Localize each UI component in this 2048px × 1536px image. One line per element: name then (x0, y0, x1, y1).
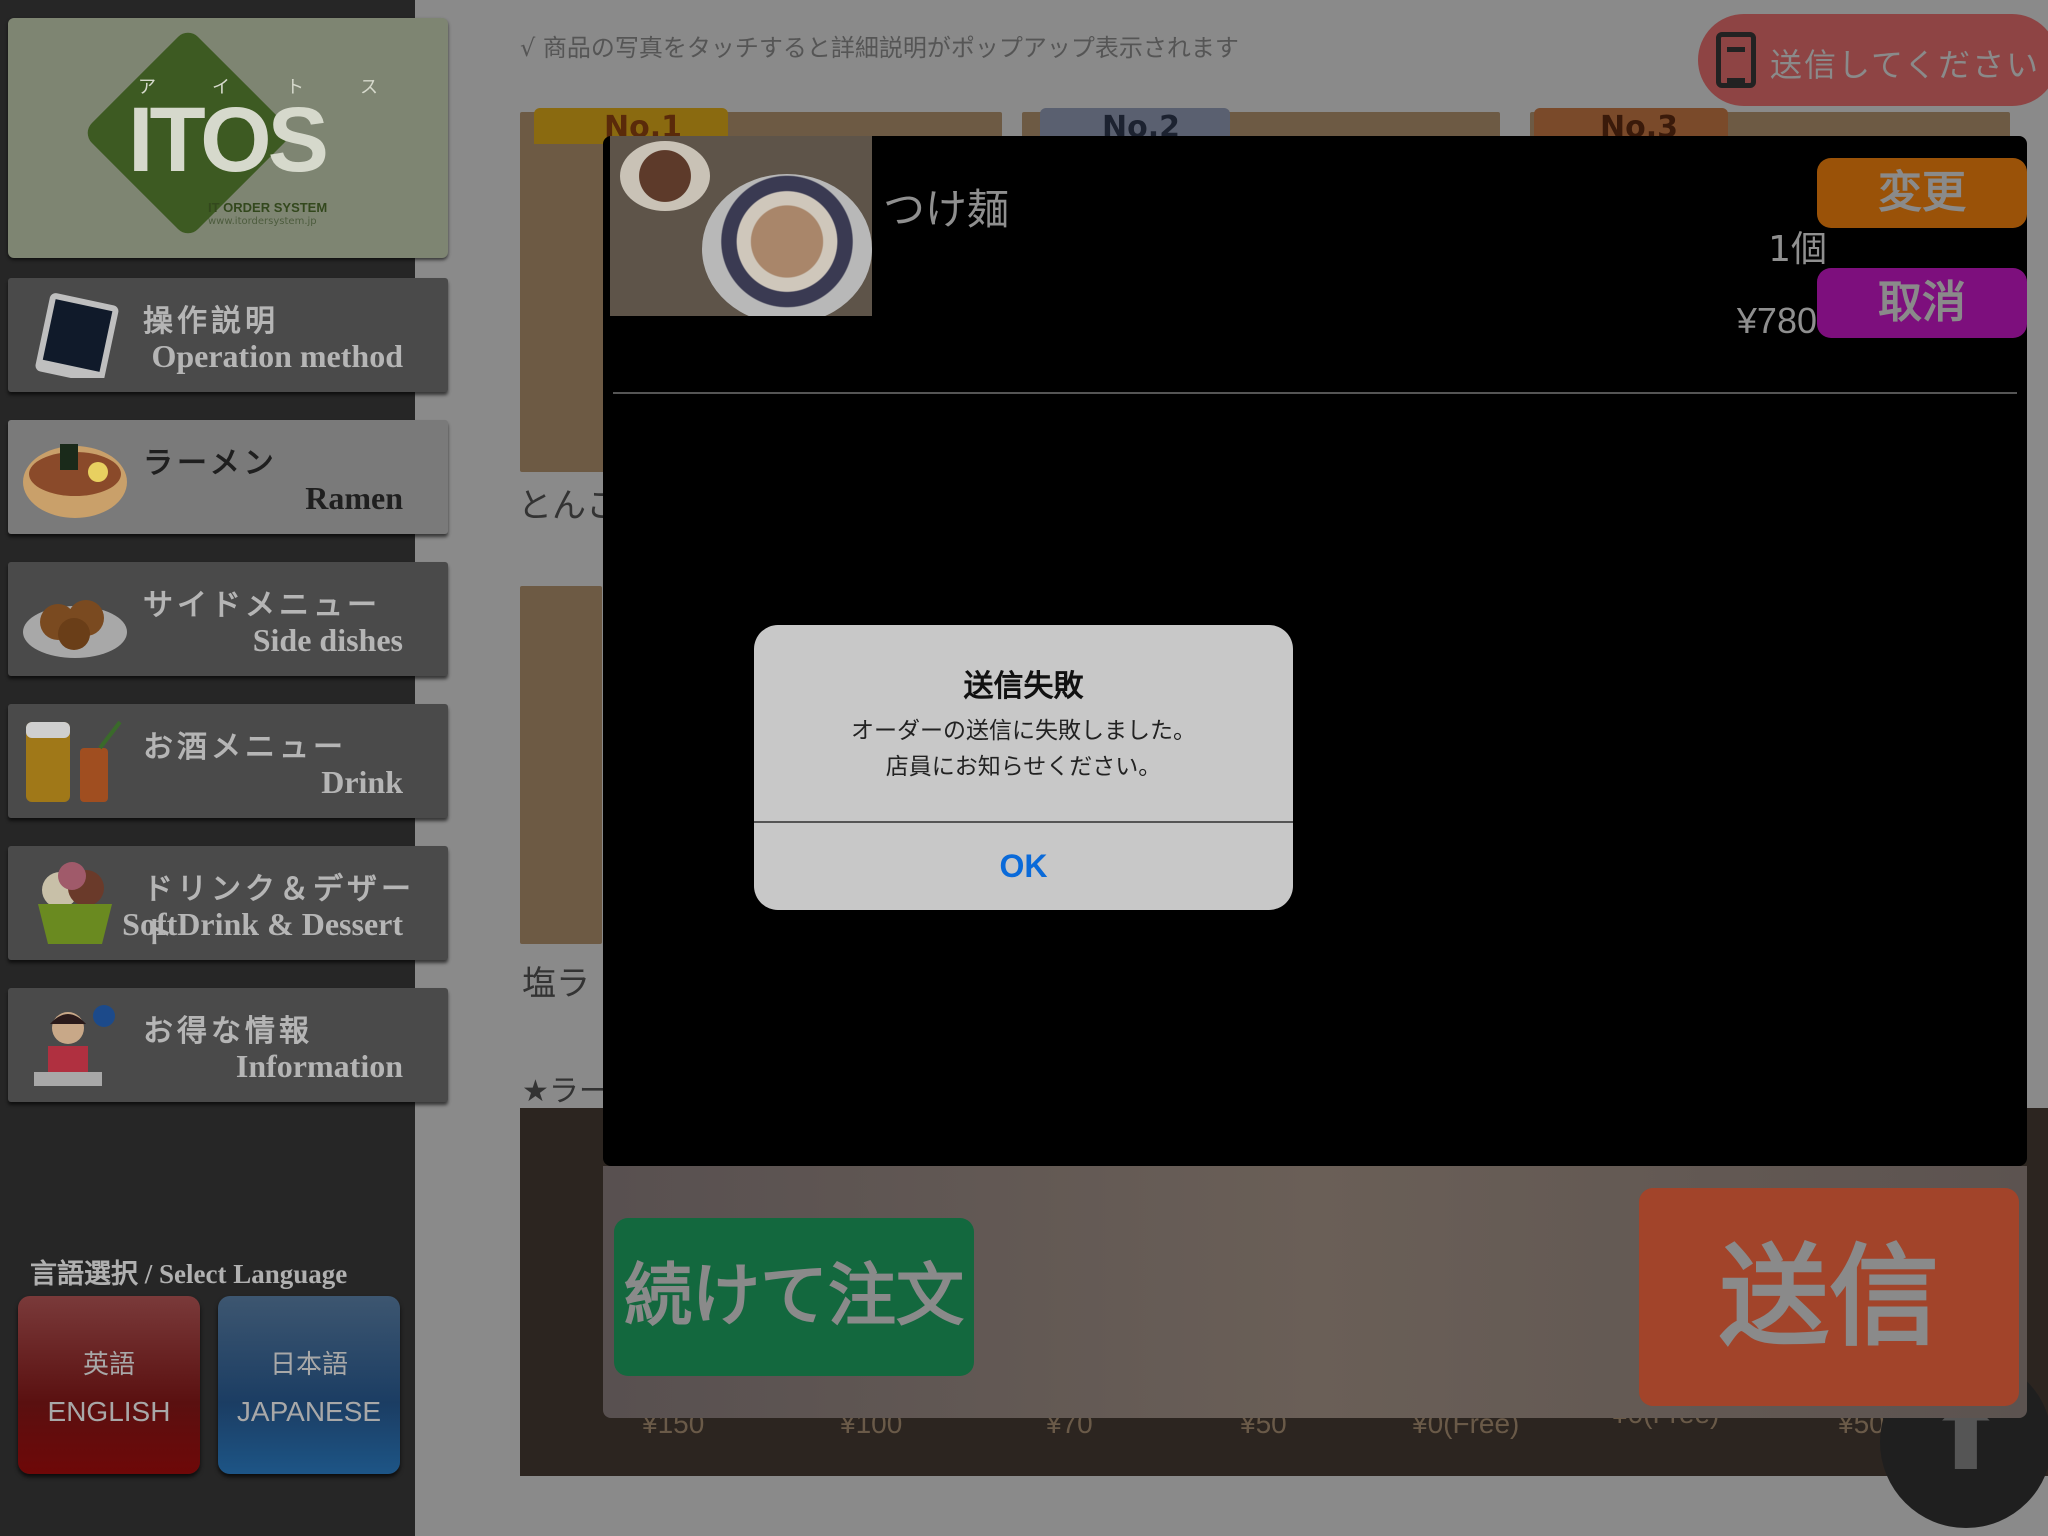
order-item-price: ¥780 (1736, 300, 1817, 341)
sidebar-item-drink[interactable]: お酒メニュー Drink (8, 704, 448, 818)
language-button-label-en: ENGLISH (47, 1396, 171, 1427)
ramen-bowl-icon (23, 444, 127, 518)
language-select-label: 言語選択 / Select Language (30, 1259, 348, 1289)
sidebar-item-label-en: Ramen (305, 480, 403, 516)
sidebar-item-softdrink-dessert[interactable]: ドリンク＆デザート SoftDrink & Dessert (8, 846, 448, 960)
sidebar-item-label-en: Drink (321, 764, 403, 800)
send-order-pill-button[interactable]: 送信してください (1698, 14, 2048, 106)
sidebar-item-label-en: Information (235, 1048, 403, 1084)
beer-glass-icon (26, 720, 122, 802)
staff-info-icon (34, 1005, 115, 1086)
tablet-icon (35, 293, 119, 378)
order-action-bar: 続けて注文 送信 (603, 1166, 2027, 1418)
photo-tap-hint: √ 商品の写真をタッチすると詳細説明がポップアップ表示されます (520, 34, 1239, 62)
order-divider (613, 392, 2017, 394)
order-item-quantity: 1個 (1768, 229, 1827, 270)
order-item-name: つけ麺 (883, 185, 1010, 234)
send-pill-label: 送信してください (1770, 46, 2041, 84)
sidebar: ア イ ト ス ITOS IT ORDER SYSTEM www.itorder… (0, 0, 448, 1536)
alert-ok-button[interactable]: OK (754, 823, 1293, 910)
sidebar-item-operation[interactable]: 操作説明 Operation method (8, 278, 448, 392)
dipping-sauce-bowl (620, 141, 710, 211)
noodle-bowl (702, 174, 872, 316)
send-failed-alert: 送信失敗 オーダーの送信に失敗しました。 店員にお知らせください。 OK (754, 625, 1293, 910)
sidebar-item-label-ja: サイドメニュー (143, 588, 381, 623)
language-button-label-ja: 英語 (82, 1350, 135, 1380)
ice-cream-cup-icon (38, 862, 112, 944)
english-language-button[interactable]: 英語 ENGLISH (18, 1296, 200, 1474)
section-title: ★ラー (522, 1074, 609, 1109)
send-order-button[interactable]: 送信 (1639, 1188, 2019, 1406)
change-item-button[interactable]: 変更 (1817, 158, 2027, 228)
sidebar-item-ramen[interactable]: ラーメン Ramen (8, 420, 448, 534)
sidebar-item-label-en: SoftDrink & Dessert (122, 906, 403, 942)
language-button-label-en: JAPANESE (236, 1396, 382, 1427)
logo-url: www.itordersystem.jp (208, 216, 317, 227)
alert-message-line: 店員にお知らせください。 (885, 754, 1162, 780)
menu-card-4[interactable] (520, 586, 602, 944)
sidebar-item-label-ja: ラーメン (143, 446, 278, 481)
alert-title: 送信失敗 (963, 669, 1084, 704)
sidebar-item-label-en: Operation method (151, 338, 403, 374)
language-button-label-ja: 日本語 (269, 1350, 348, 1380)
alert-message: オーダーの送信に失敗しました。 店員にお知らせください。 (754, 713, 1293, 785)
tsukemen-photo (610, 136, 872, 316)
sidebar-item-side-dishes[interactable]: サイドメニュー Side dishes (8, 562, 448, 676)
logo-subtitle: IT ORDER SYSTEM (208, 200, 328, 215)
sidebar-item-label-ja: 操作説明 (143, 304, 279, 339)
sidebar-item-label-ja: お酒メニュー (143, 730, 347, 765)
sidebar-item-information[interactable]: お得な情報 Information (8, 988, 448, 1102)
alert-message-line: オーダーの送信に失敗しました。 (851, 718, 1196, 744)
sidebar-item-label-ja: お得な情報 (143, 1014, 313, 1049)
cancel-item-button[interactable]: 取消 (1817, 268, 2027, 338)
continue-ordering-button[interactable]: 続けて注文 (614, 1218, 974, 1376)
clipboard-icon (1716, 32, 1756, 88)
logo-text: ITOS (128, 89, 329, 191)
itos-logo: ア イ ト ス ITOS IT ORDER SYSTEM www.itorder… (8, 18, 448, 258)
menu-item-name: 塩ラ (522, 964, 590, 1004)
karaage-plate-icon (23, 600, 127, 658)
japanese-language-button[interactable]: 日本語 JAPANESE (218, 1296, 400, 1474)
sidebar-item-label-en: Side dishes (252, 622, 403, 658)
